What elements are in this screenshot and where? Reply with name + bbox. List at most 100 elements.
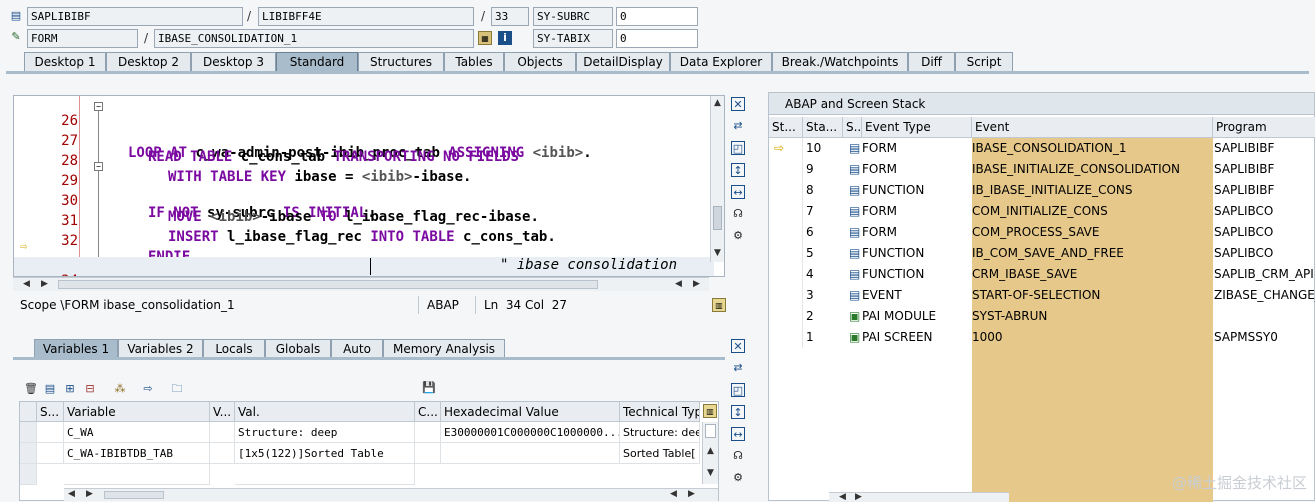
scroll-thumb[interactable] [713,206,722,230]
code-line[interactable]: 27 READ TABLE c_cons_tab TRANSPORTING NO… [14,117,714,165]
headset-icon[interactable]: ☊ [731,207,745,221]
line-field[interactable]: 33 [491,7,529,26]
tab-desktop-3[interactable]: Desktop 3 [191,52,276,71]
editor-vertical-scrollbar[interactable]: ▲ ▼ [710,96,724,262]
code-line[interactable]: 29 − IF NOT sy-subrc IS INITIAL. [14,157,714,221]
tab-standard[interactable]: Standard [276,52,358,71]
sysvar2-value[interactable]: 0 [616,29,698,48]
grid-horizontal-scrollbar[interactable]: ◀ ▶ ◀ ▶ [64,488,718,501]
navigate-icon[interactable]: ⇨ [141,382,155,396]
code-line[interactable]: 34 ENDFORM. " ibase consolidation [14,257,714,276]
info-icon[interactable]: i [498,31,512,45]
close-icon[interactable]: ✕ [731,339,745,353]
tab-auto[interactable]: Auto [331,339,383,358]
hierarchy-icon[interactable]: ⁂ [113,382,127,396]
insert-row-icon[interactable]: ⊞ [63,382,77,396]
fold-toggle[interactable]: − [94,162,103,171]
tab-locals[interactable]: Locals [203,339,265,358]
separator: / [481,9,486,23]
column-header[interactable]: Sta... [803,117,843,138]
variable-value[interactable]: [1x5(122)]Sorted Table [235,443,415,464]
code-line[interactable]: 26 − LOOP AT c_wa-admin-post-ibib_proc_t… [14,97,714,161]
column-header[interactable]: Hexadecimal Value [441,402,620,422]
tab-memory-analysis[interactable]: Memory Analysis [383,339,505,358]
event-type: FORM [862,141,898,155]
code-line-current[interactable]: ⇨ 33 ENDLOOP. [14,237,714,276]
scroll-thumb[interactable] [58,280,598,289]
tab-desktop-2[interactable]: Desktop 2 [106,52,191,71]
editor-horizontal-scrollbar[interactable]: ◀ ▶ ◀ ▶ [13,277,709,291]
column-header[interactable]: Variable [64,402,210,422]
code-line[interactable]: 31 INSERT l_ibase_flag_rec INTO TABLE c_… [14,197,714,245]
headset-icon[interactable]: ☊ [731,449,745,463]
vertical-split-icon[interactable]: ↕ [731,405,745,419]
maximize-icon[interactable]: ◰ [731,383,745,397]
save-icon[interactable]: 💾 [422,381,436,395]
code-view-icon[interactable]: ▦ [478,31,492,45]
maximize-icon[interactable]: ◰ [731,141,745,155]
services-icon[interactable]: ⚙ [731,229,745,243]
delete-icon[interactable]: 🗑 [24,382,38,396]
column-header[interactable]: V... [210,402,235,422]
code-editor[interactable]: 26 − LOOP AT c_wa-admin-post-ibib_proc_t… [13,95,725,277]
tab-variables-2[interactable]: Variables 2 [118,339,203,358]
tab-tables[interactable]: Tables [444,52,504,71]
folder-icon[interactable]: 🗀 [170,382,184,396]
program-name: SAPLIBCO [1214,225,1274,239]
column-header[interactable]: Program [1213,117,1315,138]
tab-breakpoints[interactable]: Break./Watchpoints [772,52,908,71]
column-header[interactable]: St... [769,117,803,138]
horizontal-split-icon[interactable]: ↔ [731,427,745,441]
scroll-thumb[interactable] [104,491,164,499]
program-name: SAPLIBIBF [1214,141,1275,155]
code-line[interactable]: 30 MOVE <ibib>-ibase TO l_ibase_flag_rec… [14,177,714,225]
include-field[interactable]: LIBIBFF4E [258,7,474,26]
grid-vertical-scrollbar[interactable]: ▲ ▼ [702,422,718,484]
row-selector[interactable] [20,422,37,443]
tab-globals[interactable]: Globals [265,339,331,358]
column-header[interactable]: Val. [235,402,415,422]
code-line[interactable]: 32 ENDIF. [14,217,714,265]
variable-name[interactable]: C_WA-IBIBTDB_TAB [64,443,210,464]
event-name-field[interactable]: IBASE_CONSOLIDATION_1 [154,29,474,48]
column-layout-icon[interactable]: ▥ [703,404,717,418]
swap-tool-icon[interactable]: ⇄ [731,119,745,133]
event-type: FUNCTION [862,246,925,260]
horizontal-split-icon[interactable]: ↔ [731,185,745,199]
sysvar1-value[interactable]: 0 [616,7,698,26]
column-header[interactable]: Event [972,117,1213,138]
column-header[interactable]: S... [37,402,64,422]
tab-desktop-1[interactable]: Desktop 1 [24,52,106,71]
close-icon[interactable]: ✕ [731,97,745,111]
services-icon[interactable]: ⚙ [731,471,745,485]
program-name: SAPLIBIBF [1214,162,1275,176]
detail-icon[interactable]: ▤ [43,382,57,396]
empty-cell[interactable] [235,464,415,485]
vertical-split-icon[interactable]: ↕ [731,163,745,177]
column-header[interactable]: S... [843,117,862,138]
variable-name[interactable]: C_WA [64,422,210,443]
event-type-field[interactable]: FORM [27,29,138,48]
tab-variables-1[interactable]: Variables 1 [34,339,118,358]
tab-data-explorer[interactable]: Data Explorer [670,52,772,71]
tab-script[interactable]: Script [955,52,1013,71]
swap-tool-icon[interactable]: ⇄ [731,361,745,375]
code-line[interactable]: 28 WITH TABLE KEY ibase = <ibib>-ibase. [14,137,714,185]
column-header[interactable]: C... [415,402,441,422]
empty-cell[interactable] [64,464,210,485]
column-header[interactable] [20,402,37,422]
tab-objects[interactable]: Objects [504,52,576,71]
tab-detaildisplay[interactable]: DetailDisplay [576,52,670,71]
remove-row-icon[interactable]: ⊟ [83,382,97,396]
column-header[interactable]: Technical Typ [620,402,700,422]
fold-toggle[interactable]: − [94,102,103,111]
program-field[interactable]: SAPLIBIBF [27,7,243,26]
row-selector[interactable] [20,443,37,464]
stack-level: 2 [806,309,814,323]
tab-diff[interactable]: Diff [908,52,955,71]
variable-value[interactable]: Structure: deep [235,422,415,443]
scroll-thumb[interactable] [705,424,716,438]
column-header[interactable]: Event Type [862,117,972,138]
tab-structures[interactable]: Structures [358,52,444,71]
row-selector[interactable] [20,464,37,485]
